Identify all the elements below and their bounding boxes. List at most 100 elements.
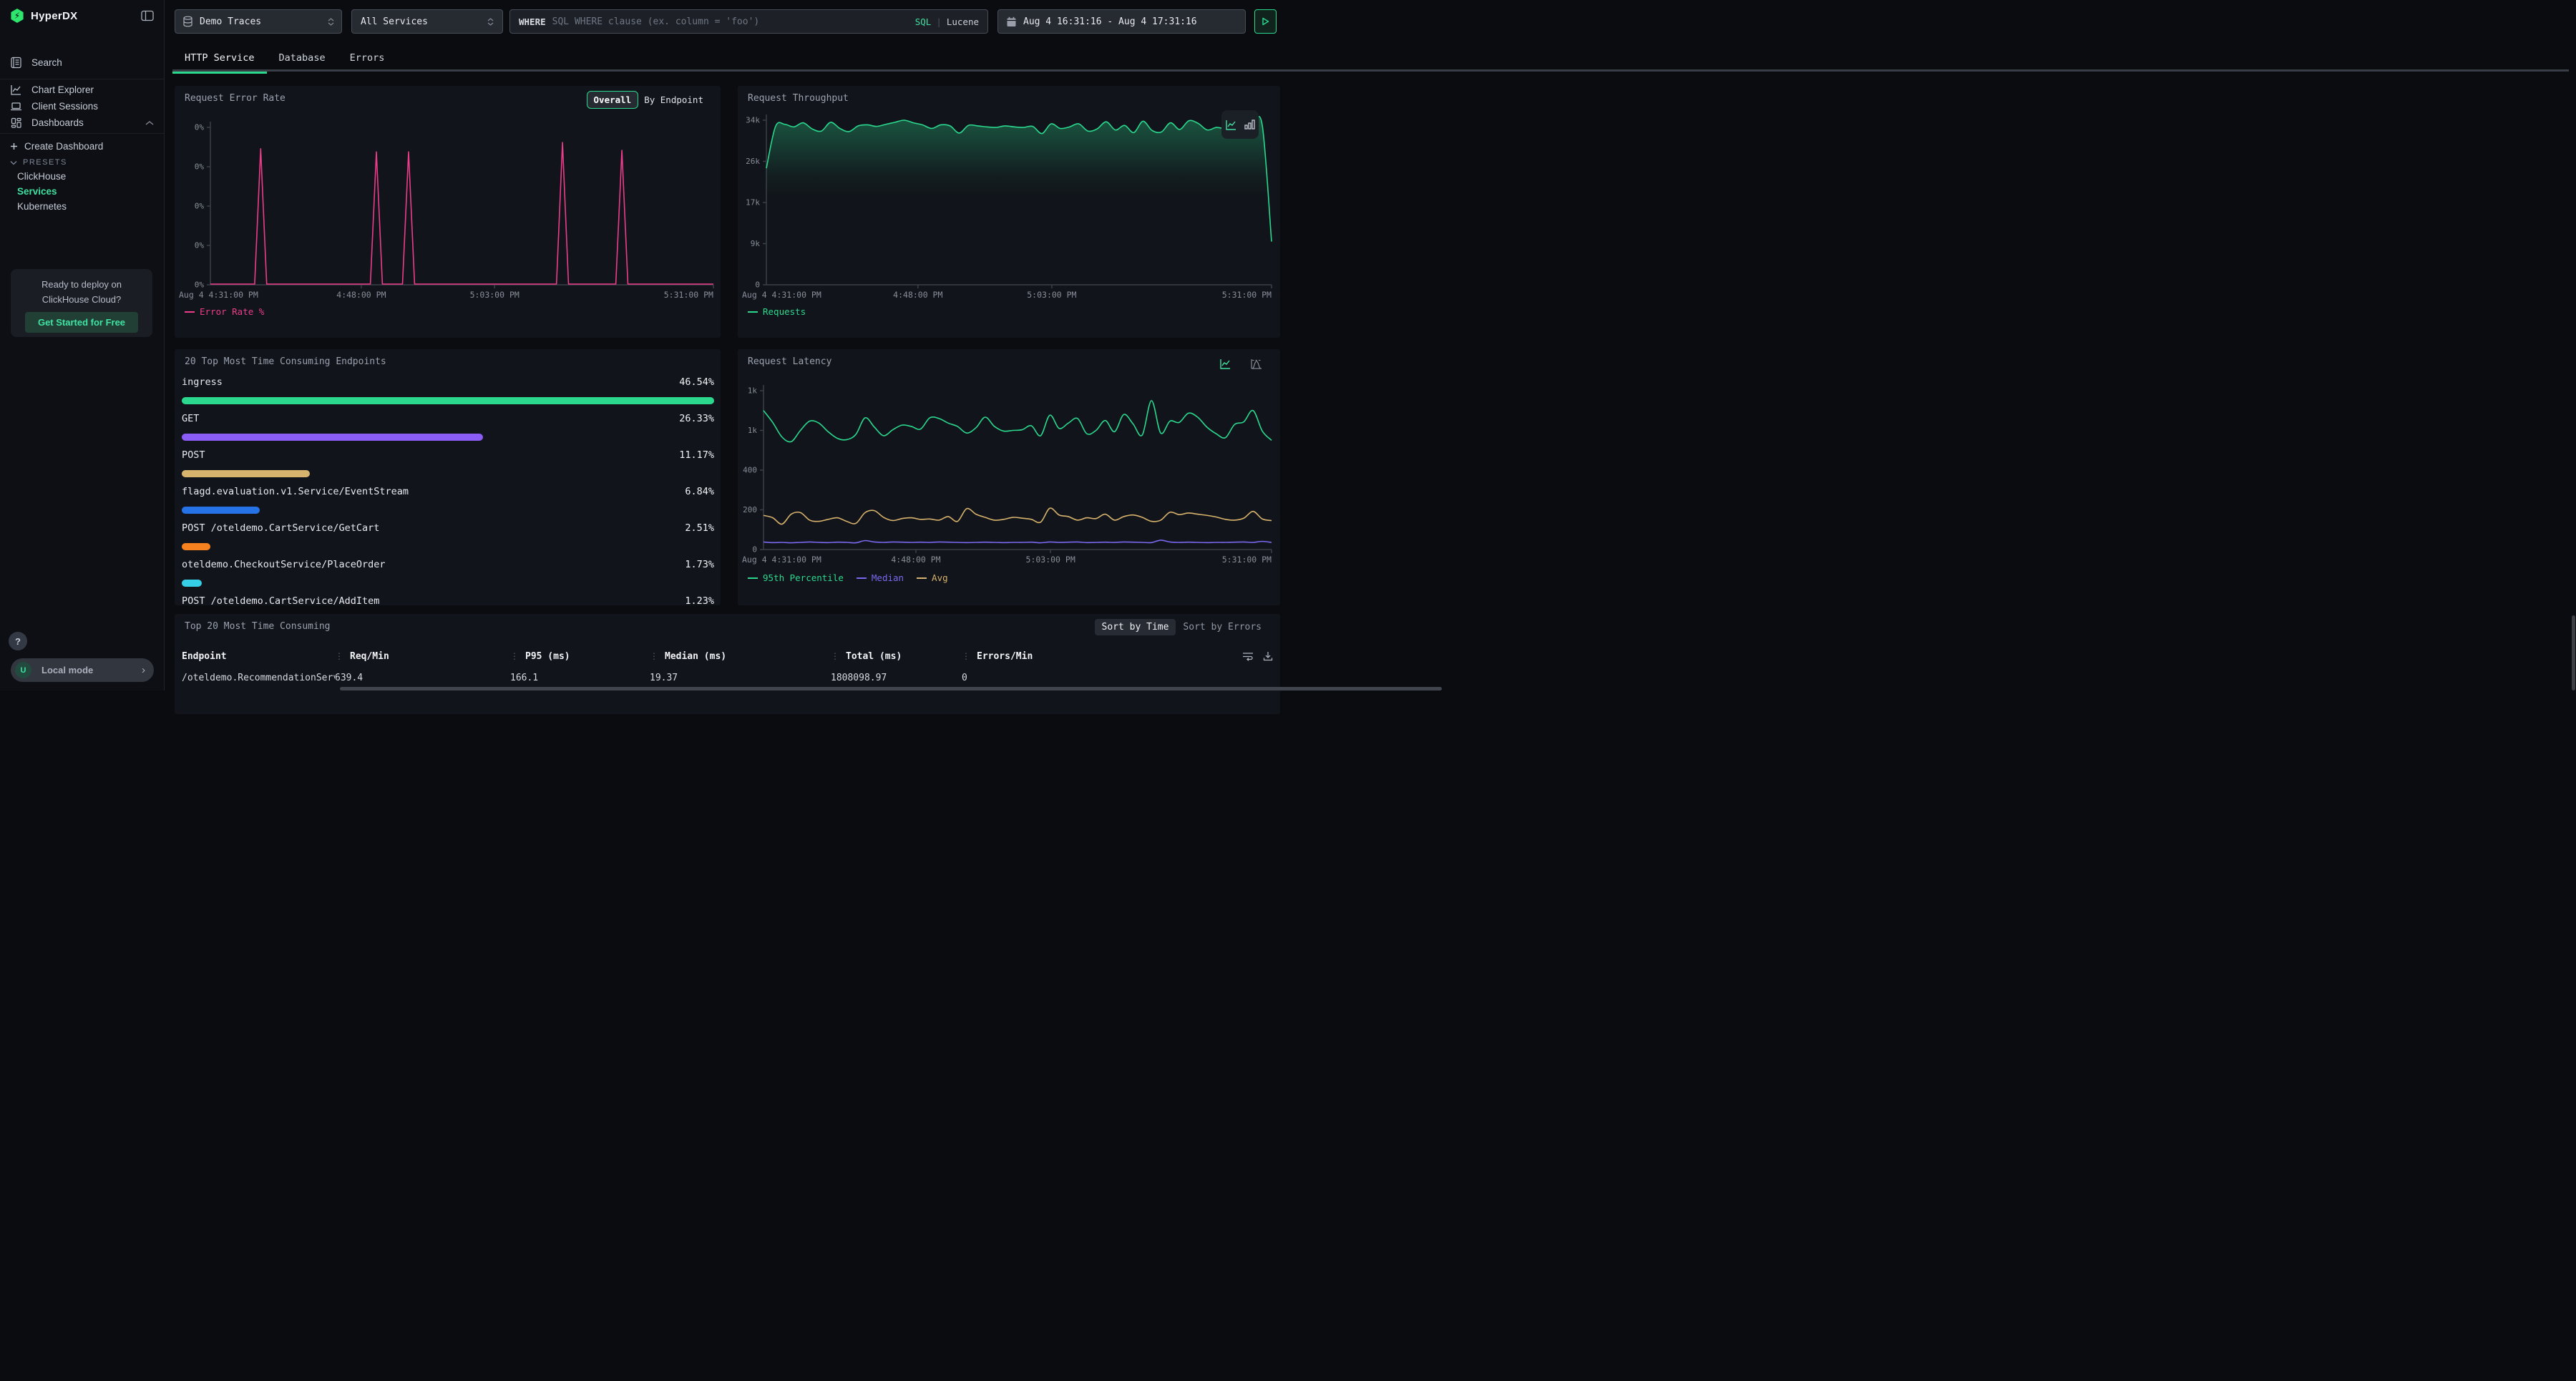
- sidebar-item-label: Chart Explorer: [31, 84, 94, 95]
- sidebar-item-search[interactable]: Search: [0, 52, 164, 73]
- plus-icon: [10, 142, 18, 150]
- y-axis-tick-label: 17k: [746, 198, 760, 208]
- endpoint-label: GET: [182, 413, 199, 424]
- presets-section-toggle[interactable]: PRESETS: [0, 156, 164, 169]
- endpoint-percent: 1.73%: [685, 559, 714, 570]
- sidebar-item-clickhouse[interactable]: ClickHouse: [0, 169, 164, 184]
- sort-by-time-button[interactable]: Sort by Time: [1095, 619, 1176, 635]
- endpoint-bar-item[interactable]: flagd.evaluation.v1.Service/EventStream6…: [182, 484, 714, 514]
- y-axis-tick-label: 0%: [195, 202, 205, 211]
- dashboards-grid-icon: [10, 117, 23, 130]
- x-axis-tick-label: 5:31:00 PM: [664, 290, 713, 300]
- horizontal-scrollbar[interactable]: [340, 687, 1442, 690]
- endpoint-label: POST: [182, 449, 205, 461]
- endpoint-bar-item[interactable]: ingress 46.54%: [182, 375, 714, 404]
- user-menu[interactable]: U Local mode ›: [11, 658, 154, 682]
- laptop-icon: [10, 100, 23, 113]
- sidebar-collapse-icon[interactable]: [141, 10, 154, 21]
- x-axis-tick-label: Aug 4 4:31:00 PM: [179, 290, 258, 300]
- help-button[interactable]: ?: [9, 632, 27, 650]
- sidebar-item-services[interactable]: Services: [0, 184, 164, 199]
- chart-legend: Error Rate %: [185, 306, 264, 317]
- endpoint-label: POST /oteldemo.CartService/AddItem: [182, 595, 379, 605]
- endpoint-bar: [182, 397, 714, 404]
- line-chart-icon[interactable]: [1219, 358, 1231, 370]
- x-axis-tick-label: 4:48:00 PM: [336, 290, 386, 300]
- line-chart-icon[interactable]: [1225, 119, 1237, 131]
- endpoint-percent: 26.33%: [679, 413, 714, 424]
- endpoint-label: ingress: [182, 376, 223, 388]
- sidebar-item-chart-explorer[interactable]: Chart Explorer: [0, 82, 164, 98]
- endpoint-bar-item[interactable]: POST /oteldemo.CartService/AddItem1.23%: [182, 594, 714, 605]
- x-axis-tick-label: 4:48:00 PM: [893, 290, 942, 300]
- x-axis-tick-label: 4:48:00 PM: [891, 555, 940, 565]
- table-row[interactable]: /oteldemo.RecommendationServ639.4166.119…: [175, 667, 1280, 688]
- column-header[interactable]: Endpoint: [182, 651, 335, 662]
- legend-item[interactable]: Median: [857, 572, 904, 583]
- table-cell: 19.37: [650, 673, 831, 683]
- column-header[interactable]: ⋮Errors/Min: [962, 651, 1273, 662]
- download-icon[interactable]: [1263, 651, 1273, 661]
- chart-legend: 95th Percentile Median Avg: [748, 572, 948, 583]
- table-cell: 0: [962, 673, 1273, 683]
- run-query-button[interactable]: [1254, 9, 1277, 34]
- legend-item[interactable]: Avg: [917, 572, 948, 583]
- y-axis-tick-label: 34k: [746, 116, 760, 125]
- column-header[interactable]: ⋮Total (ms): [831, 651, 962, 662]
- sidebar-item-dashboards[interactable]: Dashboards: [0, 114, 164, 131]
- database-icon: [182, 16, 193, 27]
- where-search-bar: WHERE SQL | Lucene: [509, 9, 988, 34]
- get-started-button[interactable]: Get Started for Free: [25, 312, 138, 333]
- by-endpoint-toggle-button[interactable]: By Endpoint: [638, 92, 709, 108]
- chevron-right-icon: ›: [142, 664, 145, 676]
- endpoint-bar-item[interactable]: POST11.17%: [182, 448, 714, 477]
- table-body: /oteldemo.RecommendationServ639.4166.119…: [175, 667, 1280, 688]
- tab-database[interactable]: Database: [267, 44, 338, 72]
- legend-item[interactable]: Error Rate %: [185, 306, 264, 317]
- bar-chart-icon[interactable]: [1244, 119, 1255, 130]
- chevron-down-icon: [10, 160, 17, 165]
- wrap-rows-icon[interactable]: [1242, 651, 1254, 661]
- sidebar-item-client-sessions[interactable]: Client Sessions: [0, 98, 164, 114]
- endpoint-bar-item[interactable]: GET 26.33%: [182, 411, 714, 441]
- lucene-mode-toggle[interactable]: Lucene: [947, 16, 979, 27]
- overall-toggle-button[interactable]: Overall: [587, 91, 639, 109]
- clickhouse-cloud-promo-card: Ready to deploy on ClickHouse Cloud? Get…: [11, 269, 152, 337]
- legend-item[interactable]: Requests: [748, 306, 806, 317]
- endpoint-percent: 46.54%: [679, 376, 714, 388]
- endpoint-label: POST /oteldemo.CartService/GetCart: [182, 522, 379, 534]
- endpoint-label: oteldemo.CheckoutService/PlaceOrder: [182, 559, 385, 570]
- tab-http-service[interactable]: HTTP Service: [172, 44, 267, 72]
- source-select-value: Demo Traces: [200, 16, 322, 27]
- table-cell: 166.1: [510, 673, 650, 683]
- sort-by-errors-button[interactable]: Sort by Errors: [1179, 619, 1266, 635]
- preset-label: Services: [17, 186, 57, 197]
- endpoint-percent: 2.51%: [685, 522, 714, 534]
- column-header[interactable]: ⋮Req/Min: [335, 651, 510, 662]
- x-axis-tick-label: 5:03:00 PM: [470, 290, 519, 300]
- search-input[interactable]: [552, 16, 915, 27]
- promo-line2: ClickHouse Cloud?: [18, 292, 145, 307]
- vertical-scrollbar[interactable]: [2572, 615, 2575, 690]
- chevron-up-icon: [145, 120, 154, 126]
- service-select[interactable]: All Services: [351, 9, 503, 34]
- time-range-picker[interactable]: Aug 4 16:31:16 - Aug 4 17:31:16: [997, 9, 1246, 34]
- endpoint-bar-item[interactable]: oteldemo.CheckoutService/PlaceOrder 1.73%: [182, 557, 714, 587]
- source-select[interactable]: Demo Traces: [175, 9, 342, 34]
- y-axis-tick-label: 400: [743, 466, 757, 475]
- column-header[interactable]: ⋮P95 (ms): [510, 651, 650, 662]
- throughput-chart[interactable]: 09k17k26k34kAug 4 4:31:00 PM4:48:00 PM5:…: [738, 114, 1280, 306]
- endpoint-bar-item[interactable]: POST /oteldemo.CartService/GetCart 2.51%: [182, 521, 714, 550]
- error-rate-chart[interactable]: 0%0%0%0%0%Aug 4 4:31:00 PM4:48:00 PM5:03…: [175, 114, 721, 306]
- sql-mode-toggle[interactable]: SQL: [915, 16, 932, 27]
- create-dashboard-button[interactable]: Create Dashboard: [0, 139, 164, 154]
- preset-label: Kubernetes: [17, 201, 67, 212]
- sidebar-item-kubernetes[interactable]: Kubernetes: [0, 199, 164, 214]
- request-error-rate-panel: Request Error Rate Overall By Endpoint 0…: [175, 86, 721, 338]
- latency-chart[interactable]: 02004001k1kAug 4 4:31:00 PM4:48:00 PM5:0…: [738, 378, 1280, 572]
- column-header[interactable]: ⋮Median (ms): [650, 651, 831, 662]
- histogram-icon[interactable]: [1250, 358, 1263, 370]
- legend-item[interactable]: 95th Percentile: [748, 572, 844, 583]
- tab-errors[interactable]: Errors: [338, 44, 397, 72]
- service-select-value: All Services: [361, 16, 482, 27]
